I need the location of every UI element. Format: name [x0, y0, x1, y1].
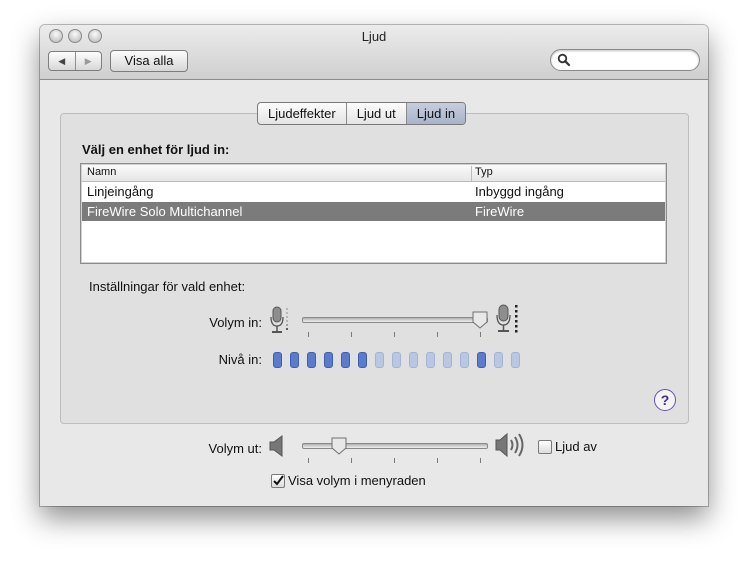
- mute-checkbox[interactable]: [538, 440, 552, 454]
- level-bar: [375, 352, 384, 368]
- level-bar: [409, 352, 418, 368]
- level-bar: [358, 352, 367, 368]
- table-header: Namn Typ: [82, 165, 665, 182]
- back-forward-control[interactable]: ◀ ▶: [48, 51, 102, 71]
- column-divider: [471, 166, 472, 182]
- level-bar: [511, 352, 520, 368]
- level-bar: [392, 352, 401, 368]
- level-bar: [341, 352, 350, 368]
- table-row[interactable]: Linjeingång Inbyggd ingång: [82, 182, 665, 201]
- level-bar: [273, 352, 282, 368]
- device-name: Linjeingång: [87, 184, 154, 199]
- microphone-low-icon: [270, 306, 288, 333]
- level-bar: [290, 352, 299, 368]
- tab-panel: [60, 113, 689, 424]
- input-volume-slider[interactable]: [302, 317, 488, 323]
- device-name: FireWire Solo Multichannel: [87, 204, 243, 219]
- microphone-high-icon: [496, 304, 518, 333]
- tab-input[interactable]: Ljud in: [405, 103, 466, 124]
- level-bar: [443, 352, 452, 368]
- tab-sound-effects[interactable]: Ljudeffekter: [258, 103, 346, 124]
- search-input[interactable]: [573, 52, 695, 69]
- input-level-meter: [273, 352, 523, 368]
- preferences-window: Ljud ◀ ▶ Visa alla Ljudeffekter Ljud ut …: [40, 25, 708, 506]
- level-bar: [477, 352, 486, 368]
- device-type: Inbyggd ingång: [475, 184, 564, 199]
- column-header-name[interactable]: Namn: [87, 166, 116, 178]
- level-bar: [460, 352, 469, 368]
- checkmark-icon: [273, 475, 284, 486]
- back-icon[interactable]: ◀: [49, 52, 75, 70]
- help-button[interactable]: ?: [654, 389, 676, 411]
- forward-icon[interactable]: ▶: [74, 52, 102, 70]
- output-volume-thumb[interactable]: [331, 437, 347, 455]
- window-title: Ljud: [361, 29, 387, 44]
- input-volume-thumb[interactable]: [472, 311, 488, 329]
- input-device-table[interactable]: Namn Typ Linjeingång Inbyggd ingång Fire…: [80, 163, 667, 264]
- tab-bar: Ljudeffekter Ljud ut Ljud in: [257, 102, 467, 125]
- level-bar: [324, 352, 333, 368]
- output-volume-label: Volym ut:: [208, 441, 262, 456]
- search-icon: [557, 53, 571, 67]
- speaker-low-icon: [269, 435, 283, 457]
- device-list-title: Välj en enhet för ljud in:: [82, 142, 230, 157]
- show-volume-in-menubar-checkbox[interactable]: [271, 474, 285, 488]
- show-volume-in-menubar-label: Visa volym i menyraden: [288, 473, 426, 488]
- speaker-high-icon: [495, 432, 524, 458]
- input-volume-label: Volym in:: [209, 315, 262, 330]
- level-bar: [307, 352, 316, 368]
- level-bar: [426, 352, 435, 368]
- tab-output[interactable]: Ljud ut: [345, 103, 406, 124]
- level-bar: [494, 352, 503, 368]
- device-type: FireWire: [475, 204, 525, 219]
- mute-label: Ljud av: [555, 439, 597, 454]
- search-field[interactable]: [550, 49, 700, 71]
- device-settings-label: Inställningar för vald enhet:: [89, 279, 246, 294]
- show-all-button[interactable]: Visa alla: [110, 50, 188, 72]
- input-level-label: Nivå in:: [218, 352, 262, 367]
- column-header-type[interactable]: Typ: [475, 166, 493, 178]
- table-row-selected[interactable]: FireWire Solo Multichannel FireWire: [82, 202, 665, 221]
- titlebar: Ljud ◀ ▶ Visa alla: [40, 25, 708, 80]
